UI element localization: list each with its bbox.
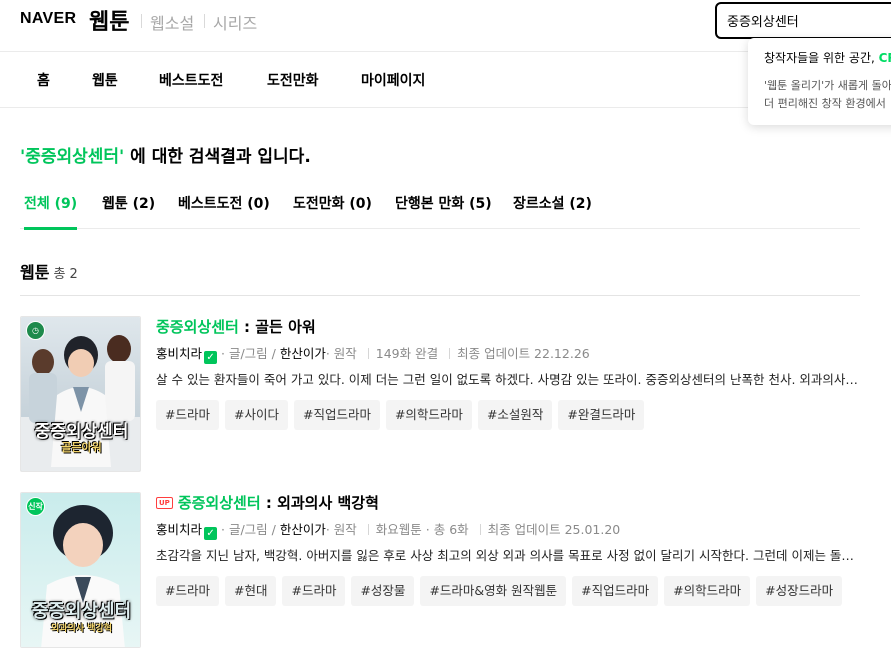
episode-info: 149화 완결 xyxy=(375,346,439,361)
popup-text-line: 더 편리해진 창작 환경에서 xyxy=(764,97,886,110)
author-name[interactable]: 홍비치라 xyxy=(156,346,202,361)
updated-date: 최종 업데이트 22.12.26 xyxy=(457,346,590,361)
nav-item-webtoon[interactable]: 웹툰 xyxy=(92,70,118,90)
tag-chip[interactable]: #드라마 xyxy=(156,400,219,430)
tag-chip[interactable]: #현대 xyxy=(224,576,277,606)
search-input[interactable] xyxy=(717,4,891,37)
tab-webtoon[interactable]: 웹툰 (2) xyxy=(102,193,155,227)
naver-logo[interactable]: NAVER xyxy=(20,10,76,28)
result-description: 살 수 있는 환자들이 죽어 가고 있다. 이제 더는 그런 일이 없도록 하겠… xyxy=(156,372,860,387)
result-item: ◷ 중증외상센터 골든아워 중증외상센터 : 골든 아워 홍비치라 ✓ · 글/그… xyxy=(20,316,860,476)
tab-best-challenge[interactable]: 베스트도전 (0) xyxy=(178,193,270,227)
result-meta: 홍비치라 ✓ · 글/그림 / 한산이가· 원작 화요웹툰 · 총 6화 최종 업… xyxy=(156,522,621,540)
tab-challenge[interactable]: 도전만화 (0) xyxy=(293,193,372,227)
nav-item-mypage[interactable]: 마이페이지 xyxy=(361,70,425,90)
tag-chip[interactable]: #사이다 xyxy=(224,400,288,430)
thumbnail-subtitle: 골든아워 xyxy=(61,441,102,454)
tag-chip[interactable]: #직업드라마 xyxy=(572,576,659,606)
result-item: 신작 중증외상센터 외과의사 백강혁 UP 중증외상센터 : 외과의사 백강혁 홍… xyxy=(20,492,860,652)
creator-promo-popup[interactable]: 창작자들을 위한 공간, CR '웹툰 올리기'가 새롭게 돌아 더 편리해진 … xyxy=(748,38,891,125)
thumbnail[interactable]: 신작 중증외상센터 외과의사 백강혁 xyxy=(20,492,141,648)
search-query: '중증외상센터' xyxy=(20,147,125,167)
tag-chip[interactable]: #드라마 xyxy=(156,576,219,606)
tag-list: #드라마 #사이다 #직업드라마 #의학드라마 #소설원작 #완결드라마 xyxy=(156,400,645,430)
tag-chip[interactable]: #드라마&영화 원작웹툰 xyxy=(420,576,567,606)
episode-count: · 총 6화 xyxy=(425,522,469,537)
updated-date: 최종 업데이트 25.01.20 xyxy=(487,522,621,537)
tag-chip[interactable]: #완결드라마 xyxy=(558,400,645,430)
service-link-webnovel[interactable]: 웹소설 xyxy=(150,10,194,34)
tab-all[interactable]: 전체 (9) xyxy=(24,193,78,230)
section-title: 웹툰 총 2 xyxy=(20,263,78,282)
result-description: 초감각을 지닌 남자, 백강혁. 아버지를 잃은 후로 사상 최고의 외상 외과… xyxy=(156,548,860,563)
thumbnail-title: 중증외상센터 xyxy=(31,601,132,622)
result-tabs: 전체 (9) 웹툰 (2) 베스트도전 (0) 도전만화 (0) 단행본 만화 … xyxy=(20,183,860,230)
thumbnail[interactable]: ◷ 중증외상센터 골든아워 xyxy=(20,316,141,472)
divider xyxy=(141,14,142,28)
weekday-info: 화요웹툰 xyxy=(375,522,422,537)
tag-chip[interactable]: #소설원작 xyxy=(477,400,553,430)
verified-icon: ✓ xyxy=(204,527,218,540)
thumbnail-subtitle: 외과의사 백강혁 xyxy=(50,624,113,634)
clock-icon: ◷ xyxy=(26,321,45,340)
nav-item-best-challenge[interactable]: 베스트도전 xyxy=(159,70,223,90)
divider xyxy=(20,295,860,296)
nav-item-home[interactable]: 홈 xyxy=(37,70,50,90)
search-result-heading: '중증외상센터' 에 대한 검색결과 입니다. xyxy=(20,147,311,167)
author-name[interactable]: 홍비치라 xyxy=(156,522,202,537)
result-title[interactable]: 중증외상센터 : 골든 아워 xyxy=(156,316,316,337)
tag-list: #드라마 #현대 #드라마 #성장물 #드라마&영화 원작웹툰 #직업드라마 #… xyxy=(156,576,843,606)
coauthor-name[interactable]: 한산이가 xyxy=(280,346,326,361)
divider xyxy=(204,14,205,28)
nav-item-challenge[interactable]: 도전만화 xyxy=(267,70,319,90)
tag-chip[interactable]: #의학드라마 xyxy=(385,400,472,430)
tag-chip[interactable]: #드라마 xyxy=(282,576,346,606)
service-link-series[interactable]: 시리즈 xyxy=(213,10,257,34)
tab-books[interactable]: 단행본 만화 (5) xyxy=(395,193,492,227)
tag-chip[interactable]: #성장드라마 xyxy=(756,576,843,606)
verified-icon: ✓ xyxy=(204,351,218,364)
tag-chip[interactable]: #성장물 xyxy=(351,576,415,606)
tag-chip[interactable]: #의학드라마 xyxy=(664,576,751,606)
tab-genre-novel[interactable]: 장르소설 (2) xyxy=(513,193,592,227)
result-meta: 홍비치라 ✓ · 글/그림 / 한산이가· 원작 149화 완결 최종 업데이트 … xyxy=(156,346,590,364)
tag-chip[interactable]: #직업드라마 xyxy=(293,400,380,430)
popup-text-line: '웹툰 올리기'가 새롭게 돌아 xyxy=(764,79,891,92)
section-count: 총 2 xyxy=(53,267,78,282)
result-title[interactable]: UP 중증외상센터 : 외과의사 백강혁 xyxy=(156,492,379,513)
popup-title: 창작자들을 위한 공간, CR xyxy=(764,51,891,65)
coauthor-name[interactable]: 한산이가 xyxy=(280,522,326,537)
up-badge: UP xyxy=(156,497,173,509)
webtoon-logo[interactable]: 웹툰 xyxy=(89,4,129,36)
new-badge: 신작 xyxy=(26,497,45,516)
search-box[interactable] xyxy=(715,2,891,39)
